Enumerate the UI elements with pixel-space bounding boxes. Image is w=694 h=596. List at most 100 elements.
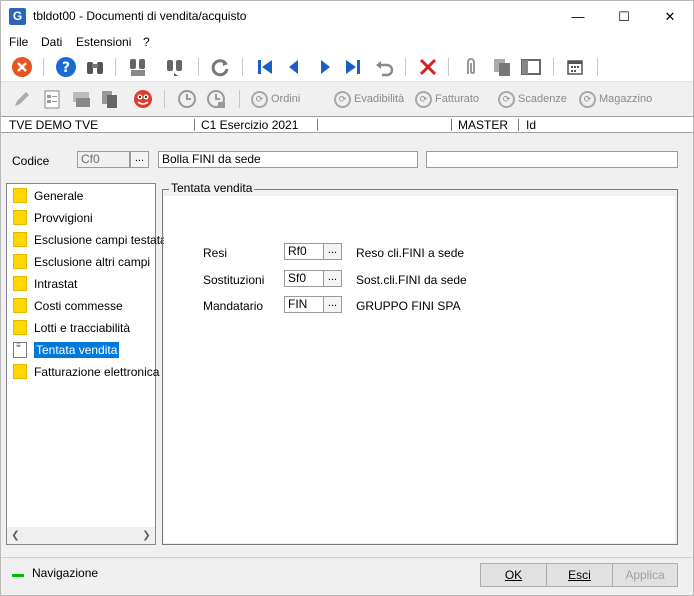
fatturato-icon: ⟳ [415,90,432,108]
magazzino-label: Magazzino [599,93,653,105]
calendar-icon[interactable] [564,56,586,78]
main-window: G tbldot00 - Documenti di vendita/acquis… [0,0,694,596]
history-icon[interactable] [176,88,198,110]
description-field[interactable]: Bolla FINI da sede [158,151,418,168]
applica-button[interactable]: Applica [612,563,678,587]
window-title: tbldot00 - Documenti di vendita/acquisto [33,9,247,23]
last-record-icon[interactable] [342,56,364,78]
resi-code-field[interactable]: Rf0 [284,243,324,260]
resi-lookup-button[interactable]: ... [323,243,342,260]
search-binoculars-icon[interactable] [84,56,106,78]
magazzino-button[interactable]: ⟳ Magazzino [579,89,652,109]
attachment-icon[interactable] [460,56,482,78]
scroll-right-icon[interactable]: ❯ [138,527,155,544]
esci-button[interactable]: Esci [546,563,613,587]
exercise-year: C1 Esercizio 2021 [201,118,299,132]
scadenze-button[interactable]: ⟳ Scadenze [498,89,567,109]
user-name: MASTER [458,118,509,132]
minimize-button[interactable]: — [555,1,601,32]
sostituzioni-lookup-button[interactable]: ... [323,270,342,287]
magazzino-icon: ⟳ [579,90,596,108]
delete-icon[interactable] [417,56,439,78]
info-bar: TVE DEMO TVE C1 Esercizio 2021 MASTER Id [1,116,693,133]
mandatario-lookup-button[interactable]: ... [323,296,342,313]
menu-bar: File Dati Estensioni ? [1,32,693,52]
tree-item-provvigioni[interactable]: Provvigioni [13,209,93,227]
find-next-icon[interactable] [164,56,186,78]
print-preview-icon[interactable] [71,88,93,110]
mandatario-description: GRUPPO FINI SPA [356,299,461,313]
next-record-icon[interactable] [314,56,336,78]
scroll-left-icon[interactable]: ❮ [7,527,24,544]
svg-text:?: ? [62,60,70,76]
codice-label: Codice [12,154,50,168]
folder-icon [13,364,27,380]
scadenze-label: Scadenze [518,93,567,105]
evadibilita-icon: ⟳ [334,90,351,108]
find-record-icon[interactable] [127,56,149,78]
mandatario-label: Mandatario [203,299,264,313]
evadibilita-button[interactable]: ⟳ Evadibilità [334,89,404,109]
menu-estensioni[interactable]: Estensioni [76,35,131,49]
ordini-label: Ordini [271,93,301,105]
exit-icon[interactable] [11,56,33,78]
company-name: TVE DEMO TVE [9,118,99,132]
layout-icon[interactable] [520,56,542,78]
mandatario-code-field[interactable]: FIN [284,296,324,313]
menu-dati[interactable]: Dati [41,35,62,49]
maximize-button[interactable]: ☐ [601,1,647,32]
folder-icon [13,254,27,270]
tree-item-lotti-tracciabilita[interactable]: Lotti e tracciabilità [13,319,130,337]
mascot-icon[interactable] [132,88,154,110]
tree-item-intrastat[interactable]: Intrastat [13,275,77,293]
ordini-icon: ⟳ [251,90,268,108]
codice-lookup-button[interactable]: ... [130,151,149,168]
duplicate-icon[interactable] [99,88,121,110]
resi-description: Reso cli.FINI a sede [356,246,465,260]
navigation-tree[interactable]: Generale Provvigioni Esclusione campi te… [6,183,167,545]
tree-item-esclusione-campi-testata[interactable]: Esclusione campi testata [13,231,167,249]
evadibilita-label: Evadibilità [354,93,405,105]
document-list-icon[interactable] [41,88,63,110]
history-user-icon[interactable] [205,88,227,110]
folder-icon [13,210,27,226]
scadenze-icon: ⟳ [498,90,515,108]
fatturato-label: Fatturato [435,93,480,105]
refresh-icon[interactable] [209,56,231,78]
sostituzioni-code-field[interactable]: Sf0 [284,270,324,287]
sostituzioni-label: Sostituzioni [203,273,265,287]
tree-item-tentata-vendita[interactable]: ≡ Tentata vendita [13,341,120,359]
navigation-status-indicator [12,574,24,577]
tree-item-fatturazione-elettronica[interactable]: Fatturazione elettronica [13,363,159,381]
main-toolbar: ? [1,52,693,82]
first-record-icon[interactable] [254,56,276,78]
record-id-label: Id [526,118,537,132]
edit-pencil-icon[interactable] [11,88,33,110]
document-icon: ≡ [13,341,27,358]
tree-item-costi-commesse[interactable]: Costi commesse [13,297,123,315]
tree-horizontal-scrollbar[interactable]: ❮ ❯ [7,527,155,544]
folder-icon [13,232,27,248]
title-bar: G tbldot00 - Documenti di vendita/acquis… [1,1,693,32]
group-title: Tentata vendita [169,181,255,195]
sostituzioni-description: Sost.cli.FINI da sede [356,273,467,287]
footer-divider [1,557,693,558]
navigation-status-label: Navigazione [32,566,99,580]
tree-item-generale[interactable]: Generale [13,187,83,205]
copy-icon[interactable] [491,56,513,78]
codice-field[interactable]: Cf0 [77,151,130,168]
fatturato-button[interactable]: ⟳ Fatturato [415,89,479,109]
folder-icon [13,320,27,336]
close-window-button[interactable]: ✕ [647,1,693,32]
ordini-button[interactable]: ⟳ Ordini [251,89,300,109]
menu-help[interactable]: ? [143,35,150,49]
folder-icon [13,298,27,314]
tree-item-esclusione-altri-campi[interactable]: Esclusione altri campi [13,253,150,271]
undo-icon[interactable] [373,56,395,78]
previous-record-icon[interactable] [283,56,305,78]
help-icon[interactable]: ? [55,56,77,78]
ok-button[interactable]: OK [480,563,547,587]
extra-field[interactable] [426,151,678,168]
secondary-toolbar: ⟳ Ordini ⟳ Evadibilità ⟳ Fatturato ⟳ Scadenz… [1,83,693,115]
menu-file[interactable]: File [9,35,28,49]
